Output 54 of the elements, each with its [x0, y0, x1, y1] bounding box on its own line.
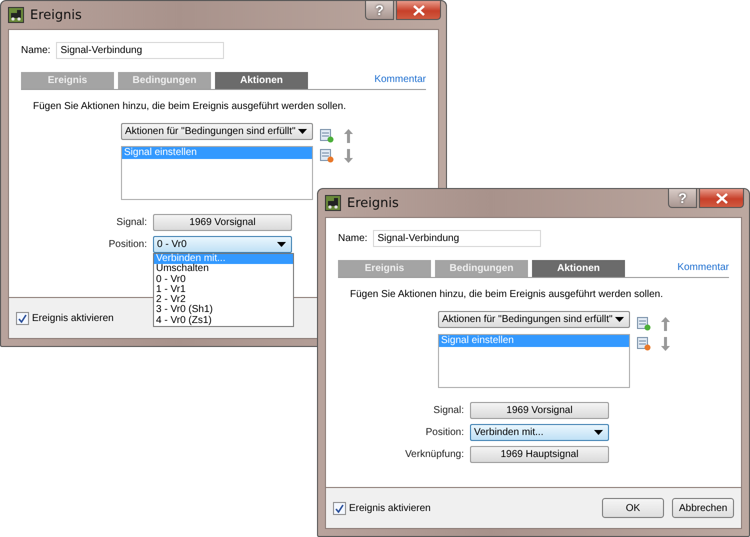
window-title: Ereignis — [30, 8, 82, 22]
close-icon — [412, 4, 424, 16]
remove-row-icon[interactable] — [637, 337, 651, 351]
field-label: Position: — [424, 427, 464, 438]
down-arrow-icon[interactable] — [344, 149, 353, 163]
add-row-icon[interactable] — [320, 129, 334, 143]
instruction-text: Fügen Sie Aktionen hinzu, die beim Ereignis ausgeführt werden sollen. — [350, 289, 664, 300]
instruction-text: Fügen Sie Aktionen hinzu, die beim Ereignis ausgeführt werden sollen. — [33, 101, 347, 112]
dropdown-option[interactable]: 3 - Vr0 (Sh1) — [154, 305, 293, 316]
checkbox[interactable] — [16, 312, 29, 324]
field-label: Signal: — [115, 217, 147, 228]
signal-picker-button[interactable]: 1969 Vorsignal — [470, 402, 609, 419]
checkbox-label: Ereignis aktivieren — [32, 312, 114, 324]
dialog-button[interactable]: OK — [602, 498, 664, 518]
down-arrow-icon[interactable] — [661, 337, 670, 351]
field-label: Signal: — [432, 405, 464, 416]
up-arrow-icon[interactable] — [344, 129, 353, 143]
dropdown-arrow-icon — [277, 242, 286, 247]
dropdown-option[interactable]: 2 - Vr2 — [154, 295, 293, 306]
window-title: Ereignis — [347, 196, 399, 210]
tab[interactable]: Aktionen — [215, 72, 308, 89]
action-set-dropdown[interactable]: Aktionen für "Bedingungen sind erfüllt" — [438, 311, 630, 328]
dropdown-option[interactable]: 1 - Vr1 — [154, 284, 293, 296]
locomotive-icon — [325, 195, 341, 211]
locomotive-icon — [8, 7, 24, 23]
name-field[interactable]: Signal-Verbindung — [56, 42, 224, 59]
add-row-icon[interactable] — [637, 317, 651, 331]
dropdown-arrow-icon — [594, 430, 603, 435]
name-label: Name: — [338, 233, 368, 244]
dropdown-arrow-icon — [615, 317, 624, 322]
tab[interactable]: Aktionen — [532, 260, 625, 277]
position-dropdown[interactable]: Verbinden mit... — [470, 424, 609, 441]
dialog-button[interactable]: Abbrechen — [672, 498, 734, 518]
field-label: Verknüpfung: — [404, 449, 464, 460]
action-set-dropdown[interactable]: Aktionen für "Bedingungen sind erfüllt" — [121, 123, 313, 140]
field-label: Position: — [108, 239, 147, 250]
close-button[interactable] — [396, 1, 441, 20]
dropdown-arrow-icon — [298, 129, 307, 134]
comment-link[interactable]: Kommentar — [677, 262, 729, 277]
name-label: Name: — [21, 45, 50, 56]
remove-row-icon[interactable] — [320, 149, 334, 163]
dropdown-option[interactable]: Umschalten — [154, 264, 293, 275]
dropdown-option[interactable]: 0 - Vr0 — [154, 274, 293, 285]
position-dropdown[interactable]: 0 - Vr0 — [153, 236, 292, 253]
checkbox-label: Ereignis aktivieren — [349, 502, 431, 514]
name-field[interactable]: Signal-Verbindung — [373, 230, 542, 247]
comment-link[interactable]: Kommentar — [374, 74, 426, 89]
close-icon — [716, 192, 728, 204]
close-button[interactable] — [699, 189, 744, 208]
checkbox[interactable] — [333, 502, 346, 514]
up-arrow-icon[interactable] — [661, 317, 670, 331]
signal-picker-button[interactable]: 1969 Hauptsignal — [470, 446, 609, 463]
dropdown-option[interactable]: 4 - Vr0 (Zs1) — [154, 316, 293, 326]
signal-picker-button[interactable]: 1969 Vorsignal — [153, 214, 292, 231]
